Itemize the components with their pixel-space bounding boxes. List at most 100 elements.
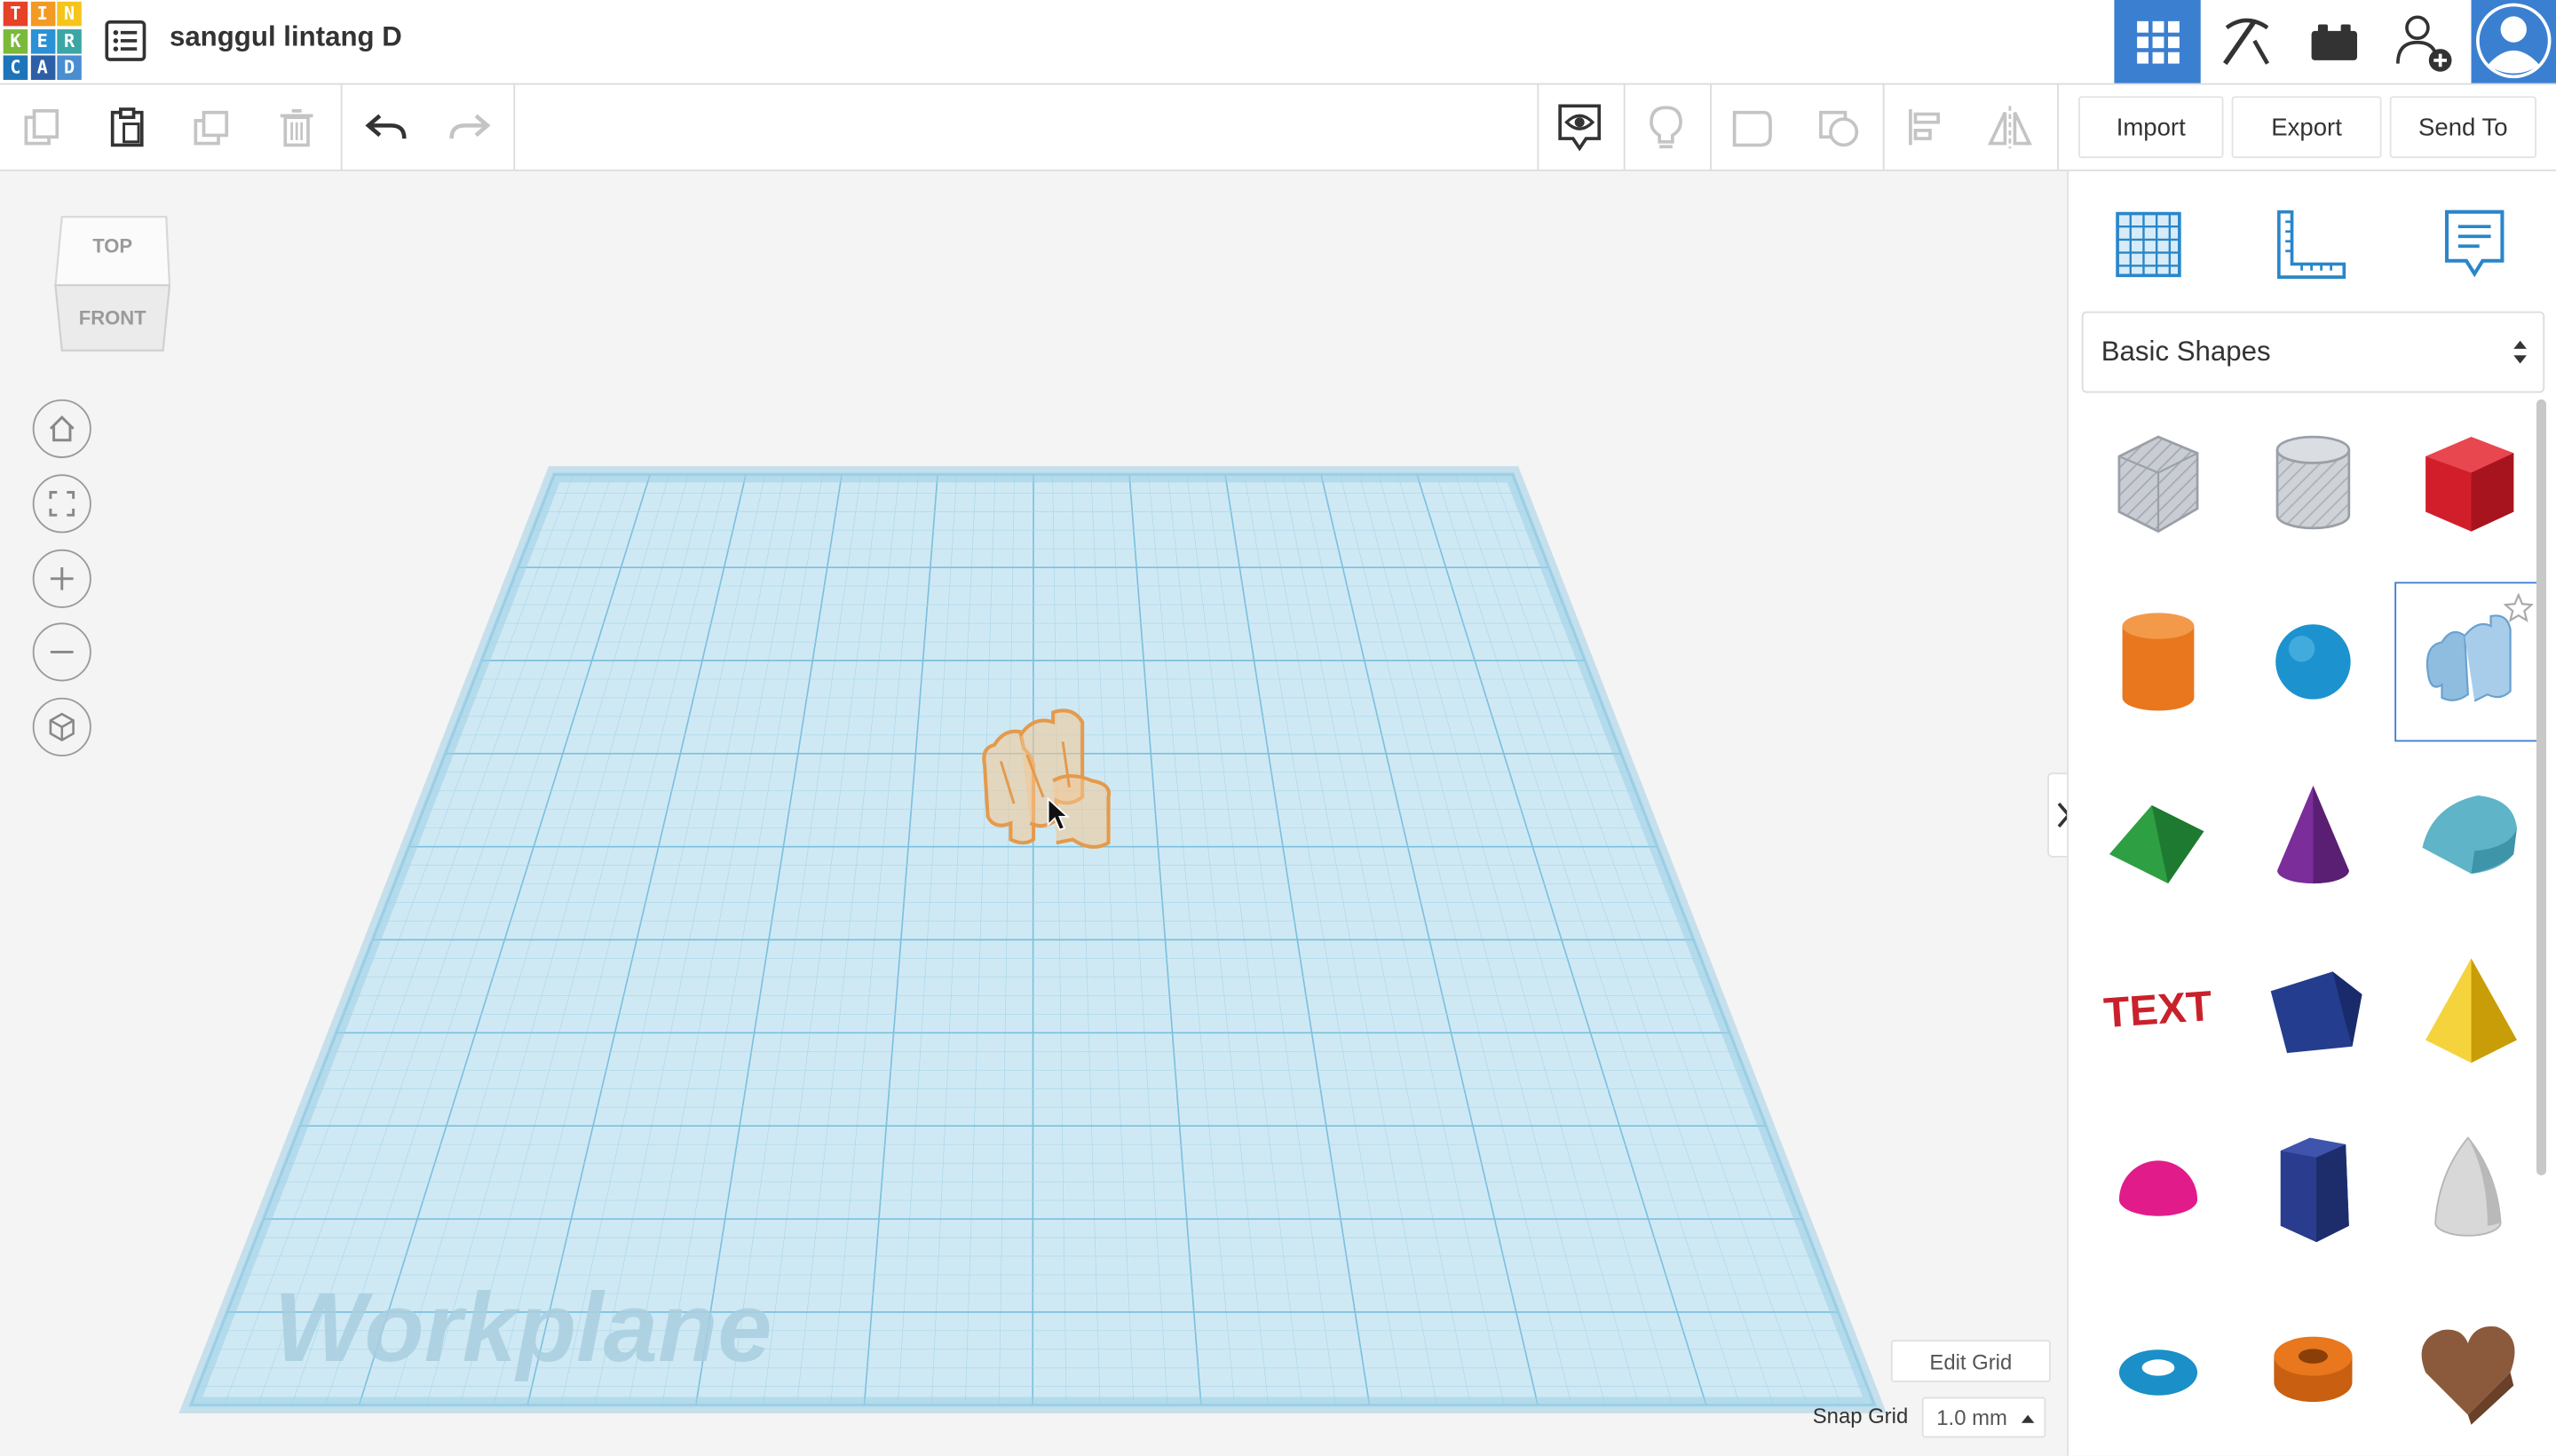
svg-text:TEXT: TEXT bbox=[2102, 983, 2213, 1037]
home-view-button[interactable] bbox=[32, 399, 91, 458]
top-bar: TIN KER CAD sanggul lintang D bbox=[0, 0, 2556, 85]
shape-scribble[interactable] bbox=[2394, 582, 2542, 742]
shape-cylinder[interactable] bbox=[2085, 582, 2231, 741]
align-icon bbox=[1909, 109, 1940, 146]
snap-grid-value: 1.0 mm bbox=[1936, 1405, 2007, 1430]
show-notes-button[interactable] bbox=[1537, 84, 1621, 169]
plus-icon bbox=[50, 566, 74, 590]
logo-letter: R bbox=[57, 28, 82, 53]
snap-grid-select[interactable]: 1.0 mm bbox=[1921, 1397, 2046, 1438]
export-button[interactable]: Export bbox=[2231, 96, 2382, 159]
tinkercad-editor: TINKERCAD sanggul lintang D Import Expor… bbox=[0, 0, 2556, 1456]
logo-letter: K bbox=[3, 28, 28, 53]
shape-round-roof[interactable] bbox=[2394, 758, 2541, 918]
ruler-icon bbox=[2277, 210, 2346, 279]
orthographic-view-button[interactable] bbox=[32, 697, 91, 756]
shape-text[interactable]: TEXT bbox=[2085, 934, 2231, 1094]
project-title[interactable]: sanggul lintang D bbox=[170, 21, 402, 54]
edit-grid-button[interactable]: Edit Grid bbox=[1890, 1340, 2051, 1383]
bricks-icon bbox=[2310, 23, 2357, 60]
round-roof-icon bbox=[2422, 795, 2517, 874]
workplane-tool-button[interactable] bbox=[2092, 187, 2206, 302]
roof-icon bbox=[2109, 805, 2204, 884]
group-button[interactable] bbox=[1710, 84, 1794, 169]
align-button[interactable] bbox=[1883, 84, 1967, 169]
shape-hexagonal-prism[interactable] bbox=[2240, 1110, 2386, 1270]
shape-torus[interactable] bbox=[2085, 1286, 2231, 1446]
shape-tube[interactable] bbox=[2240, 1286, 2386, 1446]
toolbar-divider bbox=[340, 84, 343, 170]
view-cube[interactable]: TOP FRONT bbox=[49, 210, 176, 357]
toolbar-divider bbox=[2057, 84, 2059, 170]
select-arrows-icon bbox=[2513, 340, 2527, 364]
logo-letter: N bbox=[57, 1, 82, 27]
import-button[interactable]: Import bbox=[2078, 96, 2224, 159]
shape-half-sphere[interactable] bbox=[2085, 1110, 2231, 1270]
polygon-icon bbox=[2270, 971, 2362, 1054]
shape-category-select[interactable]: Basic Shapes bbox=[2081, 311, 2545, 393]
minus-icon bbox=[50, 650, 74, 653]
workplane-canvas[interactable]: Workplane TOP FRONT Edit Grid Snap Grid … bbox=[0, 170, 2080, 1456]
half-sphere-icon bbox=[2118, 1160, 2198, 1216]
logo-letter: I bbox=[29, 1, 55, 27]
shape-cylinder-hole[interactable] bbox=[2240, 406, 2386, 566]
shape-pyramid[interactable] bbox=[2394, 934, 2541, 1094]
shape-sphere[interactable] bbox=[2240, 582, 2386, 741]
favorite-star-icon[interactable] bbox=[2504, 593, 2534, 622]
cylinder-hole-icon bbox=[2275, 435, 2351, 530]
shape-paraboloid[interactable] bbox=[2394, 1110, 2541, 1270]
ruler-tool-button[interactable] bbox=[2254, 187, 2369, 302]
shapes-panel: Basic Shapes TEXT bbox=[2067, 170, 2556, 1456]
design-list-icon[interactable] bbox=[101, 16, 150, 65]
redo-icon bbox=[449, 114, 491, 139]
fit-view-icon bbox=[49, 491, 75, 517]
cone-icon bbox=[2277, 786, 2349, 884]
delete-button[interactable] bbox=[254, 84, 338, 169]
logo-letter: T bbox=[3, 1, 28, 27]
send-to-button[interactable]: Send To bbox=[2389, 96, 2536, 159]
pickaxe-icon bbox=[2222, 17, 2269, 65]
notes-tool-button[interactable] bbox=[2418, 187, 2532, 302]
view-cube-front-label[interactable]: FRONT bbox=[49, 306, 176, 329]
duplicate-button[interactable] bbox=[170, 84, 254, 169]
panel-scrollbar[interactable] bbox=[2536, 399, 2546, 1175]
ungroup-button[interactable] bbox=[1796, 84, 1880, 169]
user-avatar-icon bbox=[2476, 3, 2552, 79]
home-icon bbox=[49, 415, 75, 442]
bricks-button[interactable] bbox=[2291, 0, 2377, 83]
copy-icon bbox=[24, 109, 59, 146]
cube-icon bbox=[49, 712, 75, 742]
paste-icon bbox=[110, 107, 144, 147]
avatar[interactable] bbox=[2471, 0, 2556, 83]
workplane-watermark: Workplane bbox=[273, 1273, 772, 1382]
grid-view-button[interactable] bbox=[2114, 0, 2201, 83]
shape-cone[interactable] bbox=[2240, 758, 2386, 918]
shape-heart[interactable] bbox=[2394, 1286, 2541, 1446]
shape-roof[interactable] bbox=[2085, 758, 2231, 918]
group-icon bbox=[1732, 110, 1772, 147]
paraboloid-icon bbox=[2434, 1136, 2502, 1237]
redo-button[interactable] bbox=[427, 84, 511, 169]
lightbulb-icon bbox=[1650, 106, 1682, 149]
codeblocks-button[interactable] bbox=[2203, 0, 2289, 83]
shape-polygon[interactable] bbox=[2240, 934, 2386, 1094]
zoom-out-button[interactable] bbox=[32, 622, 91, 682]
tinkercad-logo[interactable]: TIN KER CAD bbox=[3, 1, 82, 80]
view-cube-top-label[interactable]: TOP bbox=[49, 234, 176, 257]
paste-button[interactable] bbox=[84, 84, 169, 169]
cylinder-icon bbox=[2122, 613, 2195, 711]
workplane-grid-icon bbox=[2116, 211, 2181, 278]
mirror-button[interactable] bbox=[1967, 84, 2052, 169]
invite-user-button[interactable] bbox=[2378, 0, 2465, 83]
workplane-grid[interactable]: Workplane bbox=[0, 171, 2067, 1456]
shape-box-hole[interactable] bbox=[2085, 406, 2231, 566]
shape-box[interactable] bbox=[2394, 406, 2541, 566]
undo-button[interactable] bbox=[344, 84, 428, 169]
zoom-in-button[interactable] bbox=[32, 549, 91, 608]
caret-up-icon bbox=[2021, 1413, 2035, 1422]
fit-view-button[interactable] bbox=[32, 474, 91, 534]
copy-button[interactable] bbox=[0, 84, 84, 169]
undo-icon bbox=[365, 114, 407, 139]
light-bulb-button[interactable] bbox=[1624, 84, 1708, 169]
hexagonal-prism-icon bbox=[2280, 1137, 2349, 1243]
